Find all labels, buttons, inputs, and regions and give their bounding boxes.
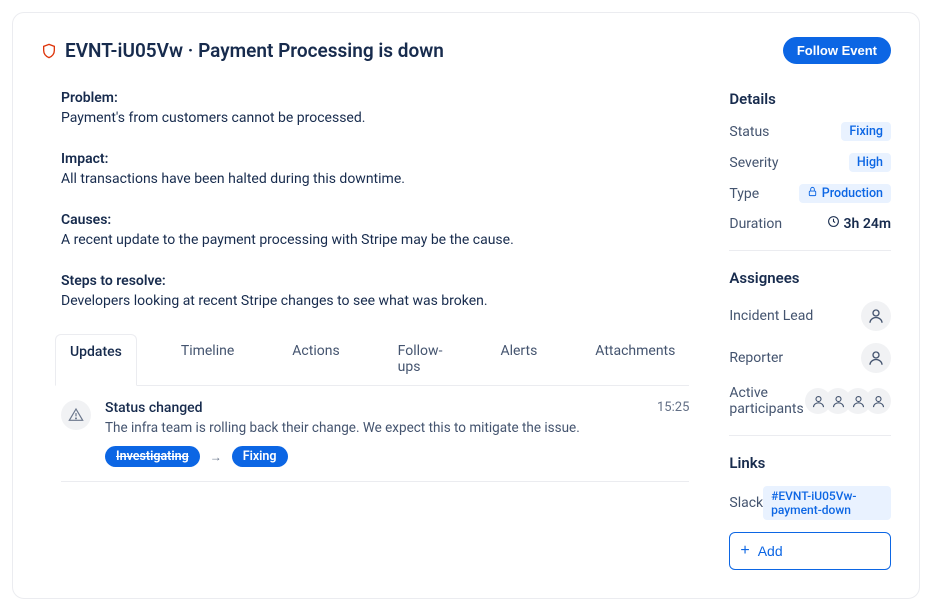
- follow-event-button[interactable]: Follow Event: [783, 37, 891, 64]
- event-id: EVNT-iU05Vw: [65, 39, 183, 62]
- causes-label: Causes:: [61, 212, 689, 228]
- divider: [729, 250, 891, 251]
- plus-icon: +: [740, 543, 749, 559]
- tab-updates[interactable]: Updates: [55, 334, 137, 386]
- links-heading: Links: [729, 454, 891, 472]
- arrow-right-icon: →: [210, 450, 222, 464]
- detail-row-lead: Incident Lead: [729, 301, 891, 331]
- incident-card: EVNT-iU05Vw · Payment Processing is down…: [12, 12, 920, 599]
- lock-icon: [807, 186, 818, 201]
- status-transition: Investigating → Fixing: [105, 446, 657, 467]
- avatar[interactable]: [861, 343, 891, 373]
- tab-timeline[interactable]: Timeline: [167, 334, 248, 385]
- type-badge[interactable]: Production: [799, 184, 891, 203]
- slack-channel-link[interactable]: #EVNT-iU05Vw-payment-down: [763, 486, 891, 520]
- avatar[interactable]: [865, 388, 891, 414]
- divider: [729, 435, 891, 436]
- update-title: Status changed: [105, 400, 657, 416]
- duration-label: Duration: [729, 216, 782, 232]
- event-title: Payment Processing is down: [198, 39, 444, 62]
- detail-row-duration: Duration 3h 24m: [729, 215, 891, 232]
- type-label: Type: [729, 186, 759, 202]
- steps-label: Steps to resolve:: [61, 273, 689, 289]
- impact-label: Impact:: [61, 151, 689, 167]
- problem-label: Problem:: [61, 90, 689, 106]
- sidebar: Details Status Fixing Severity High Type…: [729, 90, 891, 570]
- detail-row-type: Type Production: [729, 184, 891, 203]
- title-separator: ·: [188, 39, 194, 62]
- avatar-group[interactable]: [805, 388, 891, 414]
- tabs: Updates Timeline Actions Follow-ups Aler…: [55, 334, 689, 386]
- tab-attachments[interactable]: Attachments: [581, 334, 689, 385]
- impact-text: All transactions have been halted during…: [61, 169, 689, 190]
- body: Problem: Payment's from customers cannot…: [41, 90, 891, 570]
- shield-icon: [41, 42, 57, 60]
- main-column: Problem: Payment's from customers cannot…: [41, 90, 689, 570]
- causes-text: A recent update to the payment processin…: [61, 230, 689, 251]
- detail-row-severity: Severity High: [729, 153, 891, 172]
- status-to-pill: Fixing: [232, 446, 288, 467]
- add-link-button[interactable]: + Add: [729, 532, 891, 570]
- status-from-pill: Investigating: [105, 446, 200, 467]
- detail-row-participants: Active participants: [729, 385, 891, 417]
- update-row: Status changed The infra team is rolling…: [61, 386, 689, 482]
- slack-label: Slack: [729, 495, 763, 511]
- assignees-heading: Assignees: [729, 269, 891, 287]
- severity-badge[interactable]: High: [849, 153, 891, 172]
- avatar[interactable]: [861, 301, 891, 331]
- clock-icon: [827, 215, 840, 232]
- add-label: Add: [758, 543, 783, 559]
- type-value: Production: [822, 186, 883, 201]
- page-title: EVNT-iU05Vw · Payment Processing is down: [65, 39, 444, 62]
- details-heading: Details: [729, 90, 891, 108]
- detail-row-status: Status Fixing: [729, 122, 891, 141]
- update-body: Status changed The infra team is rolling…: [105, 400, 657, 467]
- tab-followups[interactable]: Follow-ups: [384, 334, 457, 385]
- header: EVNT-iU05Vw · Payment Processing is down…: [41, 37, 891, 64]
- problem-text: Payment's from customers cannot be proce…: [61, 108, 689, 129]
- severity-label: Severity: [729, 155, 778, 171]
- steps-text: Developers looking at recent Stripe chan…: [61, 291, 689, 312]
- status-label: Status: [729, 124, 769, 140]
- tab-alerts[interactable]: Alerts: [486, 334, 551, 385]
- detail-row-slack: Slack #EVNT-iU05Vw-payment-down: [729, 486, 891, 520]
- alert-icon: [61, 400, 91, 430]
- status-badge[interactable]: Fixing: [841, 122, 891, 141]
- incident-lead-label: Incident Lead: [729, 308, 813, 324]
- detail-row-reporter: Reporter: [729, 343, 891, 373]
- title-wrap: EVNT-iU05Vw · Payment Processing is down: [41, 39, 444, 62]
- update-time: 15:25: [657, 400, 689, 467]
- participants-label: Active participants: [729, 385, 805, 417]
- update-description: The infra team is rolling back their cha…: [105, 420, 657, 436]
- duration-value: 3h 24m: [827, 215, 891, 232]
- tab-actions[interactable]: Actions: [278, 334, 353, 385]
- duration-text: 3h 24m: [844, 216, 891, 232]
- reporter-label: Reporter: [729, 350, 783, 366]
